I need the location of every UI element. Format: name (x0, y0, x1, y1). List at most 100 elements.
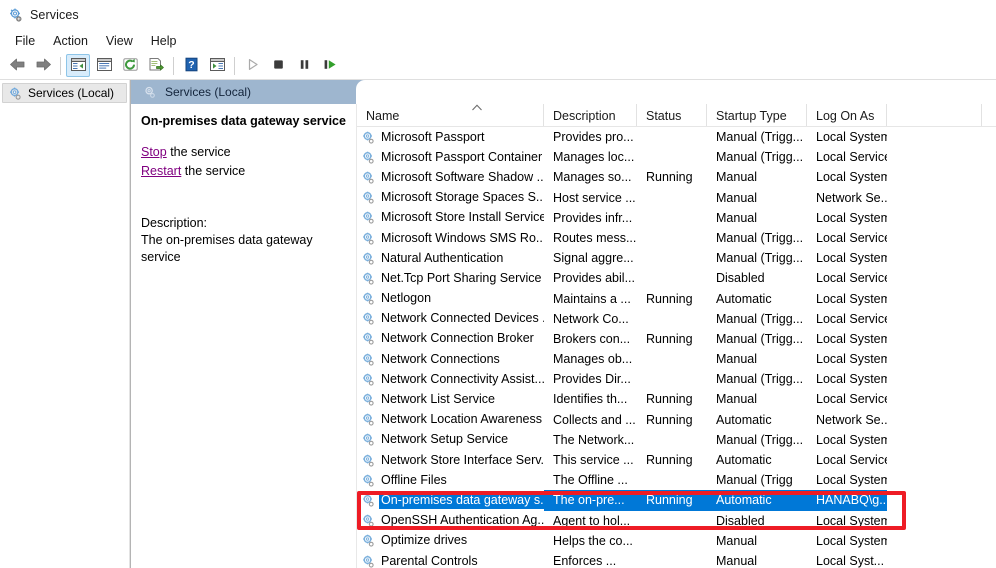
help-button[interactable]: ? (179, 54, 203, 77)
cell-name: Network Store Interface Serv... (357, 450, 544, 470)
service-name-text: OpenSSH Authentication Ag... (379, 512, 544, 529)
service-gear-icon (361, 291, 376, 306)
cell-description: Manages ob... (544, 349, 637, 369)
cell-description: The Network... (544, 430, 637, 450)
results-pane: Services (Local) On-premises data gatewa… (130, 80, 996, 568)
table-row[interactable]: Network Store Interface Serv...This serv… (357, 450, 996, 470)
cell-startup-type: Disabled (707, 268, 807, 288)
menu-action[interactable]: Action (44, 32, 97, 50)
table-row[interactable]: Offline FilesThe Offline ...Manual (Trig… (357, 470, 996, 490)
service-gear-icon (361, 432, 376, 447)
menu-help[interactable]: Help (142, 32, 186, 50)
pause-service-button[interactable] (292, 54, 316, 77)
cell-log-on-as: Local Service (807, 389, 887, 409)
table-row[interactable]: Network Setup ServiceThe Network...Manua… (357, 430, 996, 450)
stop-service-link[interactable]: Stop (141, 145, 167, 159)
cell-startup-type: Manual (Trigg... (707, 329, 807, 349)
cell-log-on-as: Local System (807, 430, 887, 450)
column-header-description[interactable]: Description (544, 104, 637, 126)
table-row[interactable]: Microsoft Store Install ServiceProvides … (357, 208, 996, 228)
show-hide-tree-button[interactable] (66, 54, 90, 77)
restart-service-link[interactable]: Restart (141, 164, 181, 178)
tree-item-label: Services (Local) (28, 86, 114, 100)
tree-item-services-local[interactable]: Services (Local) (2, 83, 127, 103)
cell-startup-type: Manual (707, 389, 807, 409)
service-gear-icon (361, 372, 376, 387)
show-action-pane-button[interactable] (205, 54, 229, 77)
start-service-button[interactable] (240, 54, 264, 77)
table-row[interactable]: Network Connection BrokerBrokers con...R… (357, 329, 996, 349)
cell-status: Running (637, 389, 707, 409)
cell-name: Natural Authentication (357, 248, 544, 268)
column-header-startup-type[interactable]: Startup Type (707, 104, 807, 126)
cell-filler (887, 511, 982, 531)
cell-filler (887, 188, 982, 208)
table-row[interactable]: Microsoft PassportProvides pro...Manual … (357, 127, 996, 147)
service-gear-icon (361, 210, 376, 225)
table-row[interactable]: Network ConnectionsManages ob...ManualLo… (357, 349, 996, 369)
stop-service-button[interactable] (266, 54, 290, 77)
menu-file[interactable]: File (6, 32, 44, 50)
cell-log-on-as: Local System (807, 289, 887, 309)
cell-description: Collects and ... (544, 410, 637, 430)
table-row[interactable]: Network Connected Devices ...Network Co.… (357, 309, 996, 329)
export-list-button[interactable] (144, 54, 168, 77)
table-row[interactable]: OpenSSH Authentication Ag...Agent to hol… (357, 511, 996, 531)
table-row[interactable]: Microsoft Software Shadow ...Manages so.… (357, 167, 996, 187)
cell-description: Provides abil... (544, 268, 637, 288)
back-button[interactable] (5, 54, 29, 77)
services-gear-icon (8, 7, 24, 23)
table-row[interactable]: On-premises data gateway s...The on-pre.… (357, 490, 996, 510)
table-row[interactable]: Microsoft Windows SMS Ro...Routes mess..… (357, 228, 996, 248)
cell-name: Microsoft Passport Container (357, 147, 544, 167)
cell-description: Maintains a ... (544, 289, 637, 309)
service-name-text: Microsoft Passport (379, 129, 487, 146)
menu-view[interactable]: View (97, 32, 142, 50)
service-gear-icon (361, 493, 376, 508)
forward-button[interactable] (31, 54, 55, 77)
table-row[interactable]: Microsoft Storage Spaces S...Host servic… (357, 188, 996, 208)
cell-filler (887, 349, 982, 369)
cell-name: Microsoft Storage Spaces S... (357, 188, 544, 208)
restart-service-button[interactable] (318, 54, 342, 77)
service-gear-icon (361, 271, 376, 286)
table-row[interactable]: Net.Tcp Port Sharing ServiceProvides abi… (357, 268, 996, 288)
table-row[interactable]: Parental ControlsEnforces ...ManualLocal… (357, 551, 996, 568)
service-name-text: Microsoft Windows SMS Ro... (379, 230, 544, 247)
pane-header: Services (Local) (131, 80, 996, 104)
restart-service-action: Restart the service (141, 162, 346, 181)
column-header-status[interactable]: Status (637, 104, 707, 126)
service-gear-icon (361, 513, 376, 528)
table-row[interactable]: Optimize drivesHelps the co...ManualLoca… (357, 531, 996, 551)
cell-status (637, 268, 707, 288)
properties-button[interactable] (92, 54, 116, 77)
cell-description: Host service ... (544, 188, 637, 208)
cell-status (637, 531, 707, 551)
table-row[interactable]: Network Connectivity Assist...Provides D… (357, 369, 996, 389)
cell-startup-type: Automatic (707, 450, 807, 470)
cell-log-on-as: Local Syst... (807, 551, 887, 568)
cell-description: Provides pro... (544, 127, 637, 147)
menu-bar: File Action View Help (0, 30, 996, 52)
service-gear-icon (361, 412, 376, 427)
column-header-filler (887, 104, 982, 126)
table-row[interactable]: NetlogonMaintains a ...RunningAutomaticL… (357, 289, 996, 309)
column-header-log-on-as[interactable]: Log On As (807, 104, 887, 126)
service-name-text: Network Connections (379, 351, 502, 368)
cell-filler (887, 127, 982, 147)
table-row[interactable]: Network Location AwarenessCollects and .… (357, 410, 996, 430)
column-header-name[interactable]: Name (357, 104, 544, 126)
refresh-button[interactable] (118, 54, 142, 77)
cell-name: Network Setup Service (357, 430, 544, 450)
table-row[interactable]: Natural AuthenticationSignal aggre...Man… (357, 248, 996, 268)
table-row[interactable]: Network List ServiceIdentifies th...Runn… (357, 389, 996, 409)
stop-service-icon (271, 57, 286, 75)
cell-startup-type: Manual (Trigg... (707, 309, 807, 329)
cell-startup-type: Disabled (707, 511, 807, 531)
cell-filler (887, 470, 982, 490)
pane-tab-cutout (356, 80, 996, 104)
description-heading: Description: (141, 215, 346, 232)
service-name-text: Parental Controls (379, 553, 480, 568)
service-name-text: On-premises data gateway s... (379, 492, 544, 509)
table-row[interactable]: Microsoft Passport ContainerManages loc.… (357, 147, 996, 167)
